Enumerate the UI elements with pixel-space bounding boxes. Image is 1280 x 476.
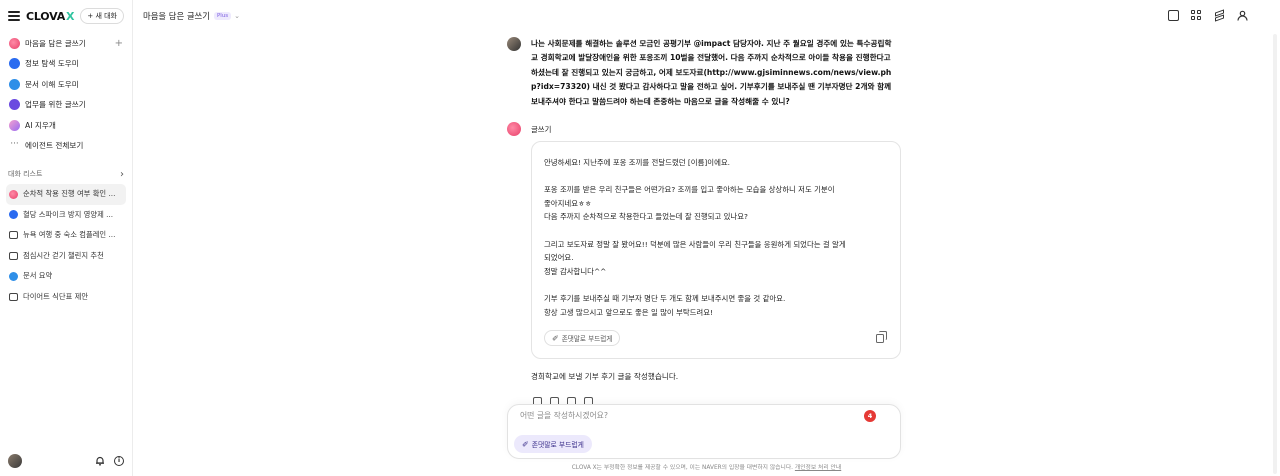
menu-icon[interactable] [8,11,20,21]
nav-item-label: 마음을 담은 글쓰기 [25,38,86,48]
nav-item-heart-writing[interactable]: 마음을 담은 글쓰기 + [6,33,126,54]
user-avatar [507,37,521,51]
history-item[interactable]: 혈당 스파이크 방지 영양제 ... [6,205,126,226]
history-item-label: 문서 요약 [23,271,53,281]
assistant-avatar-icon [507,122,521,136]
soften-tone-label: 존댓말로 부드럽게 [561,335,613,343]
page-title[interactable]: 마음을 담은 글쓰기 [143,10,210,22]
chat-header: 마음을 담은 글쓰기 Plus ⌄ [133,0,1280,32]
chat-bubble-icon [9,251,18,260]
disclaimer-text: CLOVA X는 부정확한 정보를 제공할 수 있으며, 이는 NAVER의 입… [571,465,794,471]
history-header[interactable]: 대화 리스트 › [0,164,132,184]
scrollbar[interactable] [1273,34,1277,474]
reply-line: 항상 고생 많으시고 앞으로도 좋은 일 많이 부탁드려요! [544,307,713,317]
reply-line: 되었어요. [544,253,574,263]
user-message-row: 나는 사회문제를 해결하는 솔루션 모금인 공평기부 @impact 담당자야.… [507,37,892,109]
message-input[interactable] [520,411,860,420]
sidebar: CLOVA X + 새 대화 마음을 담은 글쓰기 + 정보 탐색 도우미 문서 … [0,0,133,476]
eraser-icon [9,119,20,131]
pencil-icon [9,99,20,111]
add-icon[interactable]: + [115,38,123,49]
document-icon [9,271,18,281]
reply-line: 정말 감사합니다^^ [544,266,607,276]
reply-line: 기부 후기를 보내주실 때 기부자 명단 두 개도 함께 보내주시면 좋을 것 … [544,293,786,303]
compass-icon [9,58,20,70]
nav-item-label: 문서 이해 도우미 [25,79,79,89]
nav-item-work-writing[interactable]: 업무를 위한 글쓰기 [6,95,126,116]
reply-line: 그리고 보도자료 정말 잘 봤어요!! 덕분에 많은 사람들이 우리 친구들을 … [544,239,846,249]
panel-toggle-icon[interactable] [1168,10,1179,21]
history-item[interactable]: 순차적 착용 진행 여부 확인 ... [6,184,126,205]
nav-item-info-search[interactable]: 정보 탐색 도우미 [6,54,126,75]
history-list: 순차적 착용 진행 여부 확인 ... 혈당 스파이크 방지 영양제 ... 뉴… [0,184,132,307]
nav-item-label: 에이전트 전체보기 [25,141,84,151]
new-chat-button[interactable]: + 새 대화 [80,8,124,24]
chat-bubble-icon [9,231,18,240]
history-item[interactable]: 다이어트 식단표 제안 [6,287,126,308]
chevron-right-icon[interactable]: › [120,169,124,180]
assistant-name: 글쓰기 [531,124,552,134]
reply-line: 안녕하세요! 지난주에 포옹 조끼를 전달드렸던 [이름]이에요. [544,158,731,167]
soften-tone-pill[interactable]: ✐ 존댓말로 부드럽게 [514,435,592,453]
history-item-label: 점심시간 걷기 챌린지 추천 [23,250,104,260]
nav-item-doc-understanding[interactable]: 문서 이해 도우미 [6,74,126,95]
copy-icon[interactable] [876,331,887,343]
logo-text: CLOVA [26,9,66,23]
assistant-header: 글쓰기 [507,122,551,136]
history-item-label: 순차적 착용 진행 여부 확인 ... [23,189,116,199]
composer: 4 ✐ 존댓말로 부드럽게 [507,404,901,459]
reply-line: 좋아지네요ㅎㅎ [544,198,592,208]
clova-x-logo[interactable]: CLOVA X [26,9,75,23]
layers-icon[interactable] [1214,9,1225,22]
nav-item-ai-eraser[interactable]: AI 지우개 [6,115,126,136]
more-icon: ··· [10,139,19,150]
privacy-link[interactable]: 개인정보 처리 안내 [795,465,841,471]
history-item[interactable]: 뉴욕 여행 중 숙소 컴플레인 ... [6,225,126,246]
history-item[interactable]: 문서 요약 [6,266,126,287]
sidebar-top: CLOVA X + 새 대화 [0,0,132,32]
header-tools [1168,9,1248,22]
history-item-label: 뉴욕 여행 중 숙소 컴플레인 ... [23,230,116,240]
history-item-label: 혈당 스파이크 방지 영양제 ... [23,209,114,219]
nav-item-label: 정보 탐색 도우미 [25,59,79,69]
pink-pen-icon [9,37,20,49]
reply-card: 안녕하세요! 지난주에 포옹 조끼를 전달드렸던 [이름]이에요. 포옹 조끼를… [531,141,901,359]
user-message: 나는 사회문제를 해결하는 솔루션 모금인 공평기부 @impact 담당자야.… [531,39,892,106]
chevron-down-icon[interactable]: ⌄ [234,12,240,20]
reply-line: 포옹 조끼를 받은 우리 친구들은 어떤가요? 조끼를 입고 좋아하는 모습을 … [544,185,835,195]
reply-summary: 경희학교에 보낼 기부 후기 글을 작성했습니다. [531,372,679,381]
plus-badge: Plus [213,12,232,20]
account-icon[interactable] [1237,10,1248,21]
document-icon [9,78,20,90]
logo-accent: X [66,9,75,23]
compass-icon [9,210,18,220]
soften-tone-pill-label: 존댓말로 부드럽게 [531,441,584,449]
nav-item-label: 업무를 위한 글쓰기 [25,100,86,110]
nav-item-label: AI 지우개 [25,120,56,130]
history-item-label: 다이어트 식단표 제안 [23,291,89,301]
grid-icon[interactable] [1191,10,1202,21]
history-item[interactable]: 점심시간 걷기 챌린지 추천 [6,246,126,267]
magic-wand-icon: ✐ [552,333,559,343]
agent-nav: 마음을 담은 글쓰기 + 정보 탐색 도우미 문서 이해 도우미 업무를 위한 … [0,32,132,156]
disclaimer: CLOVA X는 부정확한 정보를 제공할 수 있으며, 이는 NAVER의 입… [0,462,1280,471]
nav-item-all-agents[interactable]: ··· 에이전트 전체보기 [6,136,126,157]
soften-tone-button[interactable]: ✐ 존댓말로 부드럽게 [544,330,621,346]
chat-bubble-icon [9,292,18,301]
pink-pen-icon [9,189,18,199]
history-title: 대화 리스트 [8,170,43,178]
notification-count-badge[interactable]: 4 [864,410,876,422]
magic-wand-icon: ✐ [522,439,529,449]
reply-line: 다음 주까지 순차적으로 착용한다고 들었는데 잘 진행되고 있나요? [544,212,748,222]
